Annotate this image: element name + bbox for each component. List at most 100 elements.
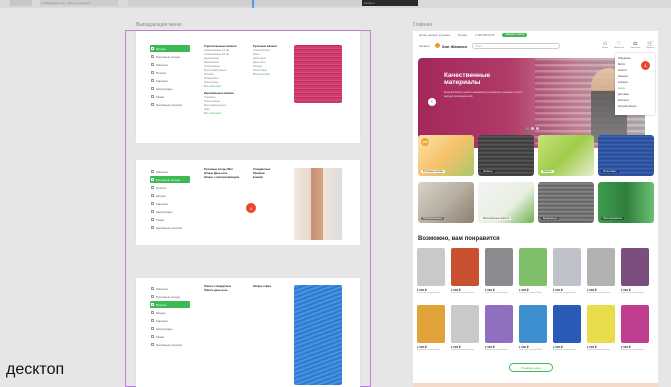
sidebar-item[interactable]: Шторы bbox=[150, 45, 190, 52]
sidebar-item[interactable]: Аксессуары bbox=[150, 85, 190, 92]
carousel-prev-button[interactable]: ‹ bbox=[428, 98, 436, 106]
sidebar-item[interactable]: Шторы bbox=[150, 192, 190, 199]
category-icon bbox=[151, 303, 154, 306]
product-card[interactable]: 1 500 ₽ Рулонная штора Мини bbox=[621, 305, 649, 352]
category-tile[interactable]: Горизонтальные bbox=[418, 182, 474, 223]
dropdown-item[interactable]: Личный кабинет bbox=[618, 104, 652, 110]
sidebar-item[interactable]: Рулонные шторы bbox=[150, 53, 190, 60]
carousel-dot[interactable] bbox=[526, 127, 529, 130]
product-image bbox=[621, 248, 649, 286]
sidebar-item[interactable]: Натяжные потолки bbox=[150, 224, 190, 231]
product-image bbox=[485, 248, 513, 286]
phone-link[interactable]: +7 800 555-35-35 bbox=[475, 34, 495, 37]
product-card[interactable]: 1 500 ₽ Рулонная штора Мини bbox=[485, 305, 513, 352]
product-description: Рулонная штора Мини bbox=[621, 349, 644, 351]
sidebar-item[interactable]: Натяжные потолки bbox=[150, 101, 190, 108]
product-card[interactable]: 1 500 ₽ Рулонная штора Мини bbox=[417, 305, 445, 352]
sidebar-item[interactable]: Ткани bbox=[150, 333, 190, 340]
product-card[interactable]: 1 500 ₽ Рулонная штора Мини bbox=[519, 305, 547, 352]
carousel-dot[interactable] bbox=[531, 127, 534, 130]
category-tile[interactable]: -25% Рулонные шторы bbox=[418, 135, 474, 176]
sidebar-item[interactable]: Жалюзи bbox=[150, 61, 190, 68]
show-more-button[interactable]: Показать ещё bbox=[509, 363, 553, 372]
frame-label-home[interactable]: Главная bbox=[413, 22, 432, 28]
category-icon bbox=[151, 71, 154, 74]
all-categories-link[interactable]: Все категории bbox=[253, 73, 277, 77]
product-image bbox=[451, 305, 479, 343]
comment-badge[interactable]: 1 bbox=[641, 61, 650, 70]
product-card[interactable]: 1 500 ₽ Рулонная штора Мини bbox=[451, 248, 479, 295]
site-logo[interactable]: Sun Жалюзи bbox=[434, 43, 467, 49]
location-link[interactable]: Москва bbox=[458, 34, 467, 37]
compare-icon[interactable]: ⚖ Сравнение bbox=[630, 41, 640, 49]
category-icon bbox=[151, 79, 154, 82]
category-icon bbox=[151, 95, 154, 98]
category-tile[interactable]: Плиссе bbox=[538, 135, 594, 176]
category-label: Жалюзи bbox=[481, 170, 495, 173]
product-card[interactable]: 1 500 ₽ Рулонная штора Мини bbox=[485, 248, 513, 295]
sidebar-item[interactable]: Ткани bbox=[150, 93, 190, 100]
user-icon[interactable]: ⚇ Войти bbox=[602, 41, 608, 49]
sidebar-item[interactable]: Рулонные шторы bbox=[150, 176, 190, 183]
sidebar-item[interactable]: Ткани bbox=[150, 216, 190, 223]
search-input[interactable]: Поиск bbox=[472, 43, 561, 49]
cart-icon[interactable]: 🛒 Корзина bbox=[646, 41, 654, 49]
sidebar-item[interactable]: Аксессуары bbox=[150, 325, 190, 332]
heart-icon[interactable]: ♡ Избранное bbox=[614, 41, 624, 49]
sidebar-item[interactable]: Плиссе bbox=[150, 301, 190, 308]
frame-label-dropdown[interactable]: Выпадающее меню bbox=[136, 22, 182, 28]
sidebar-item[interactable]: Плиссе bbox=[150, 184, 190, 191]
toolbar-tab[interactable] bbox=[10, 0, 32, 6]
category-tile[interactable]: Жалюзи bbox=[478, 135, 534, 176]
product-card[interactable]: 1 500 ₽ Рулонная штора Мини bbox=[553, 248, 581, 295]
menu-section-3[interactable]: Жалюзи Рулонные шторы Плиссе Шторы Карни… bbox=[136, 278, 360, 387]
product-description: Рулонная штора Мини bbox=[451, 349, 474, 351]
category-label: Межрамные bbox=[541, 217, 560, 220]
menu-section-1[interactable]: Шторы Рулонные шторы Жалюзи Плиссе Карни… bbox=[136, 31, 360, 143]
menu-link[interactable]: Шторы с электроприводом bbox=[204, 176, 239, 180]
product-description: Рулонная штора Мини bbox=[587, 292, 610, 294]
product-image bbox=[417, 248, 445, 286]
category-icon bbox=[151, 210, 154, 213]
header-actions: ⚇ Войти ♡ Избранное ⚖ Сравнение 🛒 Корзина bbox=[602, 41, 654, 49]
product-description: Рулонная штора Мини bbox=[417, 349, 440, 351]
sidebar-item[interactable]: Рулонные шторы bbox=[150, 293, 190, 300]
home-page-frame[interactable]: Шторы, жалюзи, рулонные Москва +7 800 55… bbox=[413, 31, 658, 387]
product-card[interactable]: 1 500 ₽ Рулонная штора Мини bbox=[519, 248, 547, 295]
sidebar-item[interactable]: Шторы bbox=[150, 309, 190, 316]
toolbar-tab-dark[interactable]: Каталог bbox=[362, 0, 418, 6]
product-card[interactable]: 1 500 ₽ Рулонная штора Мини bbox=[417, 248, 445, 295]
sidebar-item[interactable]: Натяжные потолки bbox=[150, 341, 190, 348]
all-categories-link[interactable]: Все категории bbox=[204, 112, 236, 116]
callback-button[interactable]: Заказать звонок bbox=[502, 33, 528, 37]
category-tile[interactable]: Электрокарнизы bbox=[598, 182, 654, 223]
sidebar-item[interactable]: Плиссе bbox=[150, 69, 190, 76]
product-card[interactable]: 1 500 ₽ Рулонная штора Мини bbox=[587, 305, 615, 352]
sidebar-item[interactable]: Карнизы bbox=[150, 77, 190, 84]
sidebar-item[interactable]: Карнизы bbox=[150, 317, 190, 324]
toolbar-tab-canvas[interactable] bbox=[128, 0, 362, 8]
menu-column-1: Горизонтальные жалюзи Алюминиевые 16 мм … bbox=[204, 45, 236, 116]
sidebar-item[interactable]: Жалюзи bbox=[150, 285, 190, 292]
menu-link[interactable]: Плиссе день-ночь bbox=[204, 289, 231, 293]
sidebar-item[interactable]: Жалюзи bbox=[150, 168, 190, 175]
product-card[interactable]: 1 500 ₽ Рулонная штора Мини bbox=[451, 305, 479, 352]
menu-section-2[interactable]: Жалюзи Рулонные шторы Плиссе Шторы Карни… bbox=[136, 160, 360, 245]
product-card[interactable]: 1 500 ₽ Рулонная штора Мини bbox=[587, 248, 615, 295]
category-tile[interactable]: Рольставни bbox=[598, 135, 654, 176]
toolbar-tab-pages[interactable]: Главная десктоп · Каталог десктоп bbox=[40, 0, 118, 6]
product-description: Рулонная штора Мини bbox=[519, 292, 542, 294]
product-card[interactable]: 1 500 ₽ Рулонная штора Мини bbox=[621, 248, 649, 295]
category-icon bbox=[151, 63, 154, 66]
comment-badge[interactable]: 1 bbox=[246, 203, 256, 213]
sidebar-item[interactable]: Аксессуары bbox=[150, 208, 190, 215]
catalog-button[interactable]: Каталог bbox=[419, 44, 430, 48]
menu-link[interactable]: Шторы-гофре bbox=[253, 285, 271, 289]
carousel-dot[interactable] bbox=[536, 127, 539, 130]
category-tile[interactable]: Межрамные bbox=[538, 182, 594, 223]
product-card[interactable]: 1 500 ₽ Рулонная штора Мини bbox=[553, 305, 581, 352]
sidebar-item[interactable]: Карнизы bbox=[150, 200, 190, 207]
menu-link[interactable]: Блэкаут bbox=[253, 176, 270, 180]
site-header: Каталог Sun Жалюзи Поиск ⚇ Войти ♡ Избранн… bbox=[413, 39, 658, 53]
category-tile[interactable]: Вертикальные жалюзи bbox=[478, 182, 534, 223]
